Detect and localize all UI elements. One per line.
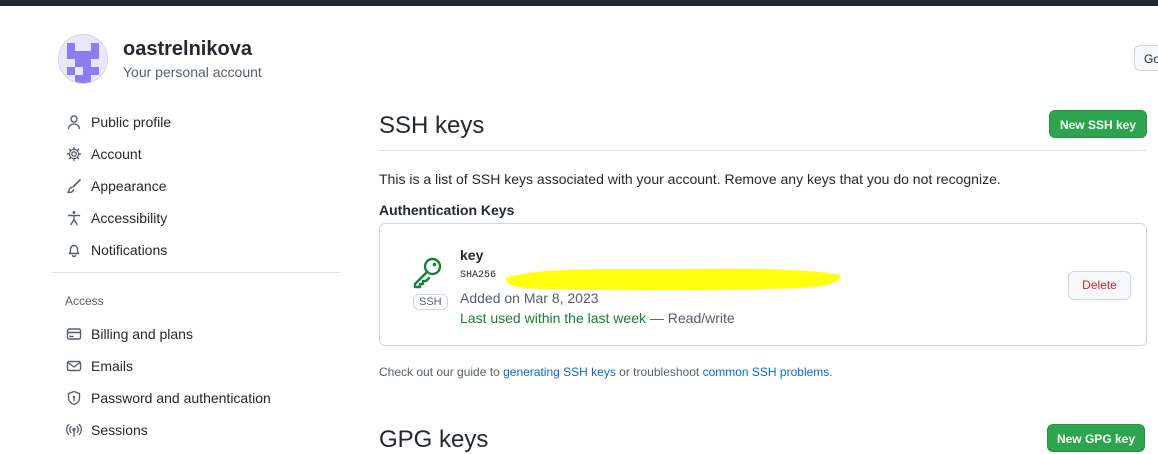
sidebar-item-label: Appearance [91, 178, 167, 194]
mail-icon [66, 358, 82, 374]
top-bar [0, 0, 1158, 6]
sidebar-item-label: Password and authentication [91, 390, 271, 406]
sidebar-item-label: Public profile [91, 114, 172, 130]
key-fingerprint: SHA256 [460, 270, 497, 281]
account-username[interactable]: oastrelnikova [123, 38, 252, 61]
person-icon [66, 114, 82, 130]
sidebar-item-label: Accessibility [91, 210, 168, 226]
accessibility-icon [66, 210, 82, 226]
gpg-keys-title: GPG keys [379, 426, 489, 453]
go-to-profile-button[interactable]: Go [1134, 45, 1158, 71]
ssh-type-badge: SSH [413, 294, 448, 310]
page-title: SSH keys [379, 112, 485, 139]
sidebar-item-label: Notifications [91, 242, 168, 258]
gear-icon [66, 146, 82, 162]
sidebar-item-sessions[interactable]: Sessions [52, 414, 340, 446]
account-subtitle: Your personal account [123, 64, 262, 80]
key-access-level: — Read/write [649, 310, 735, 326]
ssh-guide-text: Check out our guide to generating SSH ke… [379, 365, 833, 379]
sidebar-item-account[interactable]: Account [52, 138, 340, 170]
common-ssh-problems-link[interactable]: common SSH problems [703, 365, 830, 379]
new-gpg-key-button[interactable]: New GPG key [1047, 424, 1145, 452]
sidebar-item-label: Billing and plans [91, 326, 193, 342]
sidebar-item-appearance[interactable]: Appearance [52, 170, 340, 202]
broadcast-icon [66, 422, 82, 438]
delete-key-button[interactable]: Delete [1068, 271, 1131, 300]
sidebar-item-billing[interactable]: Billing and plans [52, 318, 340, 350]
sidebar-item-label: Emails [91, 358, 134, 374]
sidebar-item-label: Account [91, 146, 142, 162]
guide-suffix: . [829, 365, 833, 379]
sidebar-item-label: Sessions [91, 422, 148, 438]
shield-lock-icon [66, 390, 82, 406]
bell-icon [66, 242, 82, 258]
key-icon [413, 257, 442, 289]
title-divider [379, 150, 1147, 151]
guide-middle: or troubleshoot [619, 365, 700, 379]
guide-prefix: Check out our guide to [379, 365, 500, 379]
avatar[interactable] [58, 34, 108, 84]
sidebar-item-accessibility[interactable]: Accessibility [52, 202, 340, 234]
credit-card-icon [66, 326, 82, 342]
key-added-date: Added on Mar 8, 2023 [460, 290, 599, 306]
paintbrush-icon [66, 178, 82, 194]
key-last-used: Last used within the last week [460, 310, 646, 326]
sidebar-item-password-authentication[interactable]: Password and authentication [52, 382, 340, 414]
new-ssh-key-button[interactable]: New SSH key [1049, 110, 1147, 138]
authentication-keys-heading: Authentication Keys [379, 202, 515, 218]
key-usage: Last used within the last week — Read/wr… [460, 310, 735, 326]
key-title: key [460, 247, 484, 263]
sidebar-item-emails[interactable]: Emails [52, 350, 340, 382]
sidebar-divider [52, 272, 340, 273]
ssh-key-card: SSH key SHA256 Added on Mar 8, 2023 Last… [379, 223, 1147, 346]
sidebar-item-public-profile[interactable]: Public profile [52, 106, 340, 138]
sidebar-section-title: Access [65, 294, 104, 308]
sidebar-item-notifications[interactable]: Notifications [52, 234, 340, 266]
ssh-description: This is a list of SSH keys associated wi… [379, 171, 1001, 187]
identicon-image [59, 35, 107, 83]
generating-ssh-keys-link[interactable]: generating SSH keys [503, 365, 616, 379]
